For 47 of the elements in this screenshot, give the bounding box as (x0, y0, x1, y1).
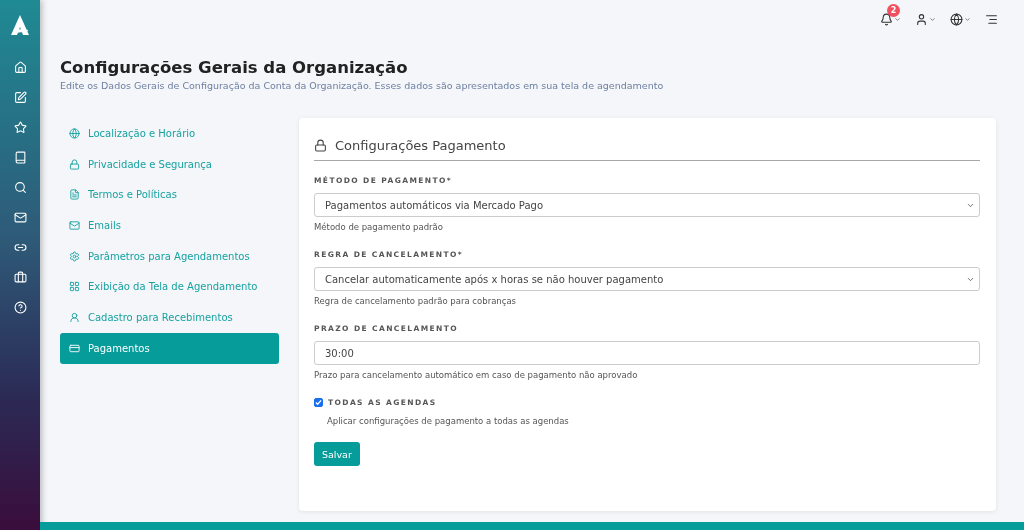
page-title: Configurações Gerais da Organização (60, 58, 409, 77)
book-icon[interactable] (13, 151, 27, 164)
help-icon[interactable] (13, 301, 27, 314)
help-text: Prazo para cancelamento automático em caso de pagamento não aprovado (314, 370, 639, 380)
search-icon[interactable] (13, 181, 27, 194)
page-subtitle: Edite os Dados Gerais de Configuração da Conta da Organização. Esses dados são apresentados em sua tela de agendamento (60, 80, 665, 91)
credit-card-icon (69, 342, 80, 354)
grid-icon (69, 281, 80, 293)
edit-icon[interactable] (13, 91, 27, 104)
briefcase-icon[interactable] (13, 271, 27, 284)
gear-icon (69, 250, 80, 262)
link-icon[interactable] (13, 241, 27, 254)
mail-icon (69, 219, 80, 231)
mail-icon[interactable] (13, 211, 27, 224)
lock-icon (314, 139, 327, 152)
caret-icon (929, 15, 936, 23)
help-text: Aplicar configurações de pagamento a todas as agendas (327, 416, 570, 426)
select-field[interactable]: Pagamentos automáticos via Mercado Pago (314, 193, 980, 217)
select-field[interactable]: Cancelar automaticamente após x horas se não houver pagamento (314, 267, 980, 291)
logo (10, 14, 30, 36)
user-icon[interactable] (915, 12, 928, 26)
card-title: Configurações Pagamento (335, 138, 506, 153)
lock-icon (69, 158, 80, 170)
settings-menu-item[interactable]: Emails (60, 210, 279, 241)
input-field[interactable]: 30:00 (314, 341, 980, 365)
user-icon (69, 311, 80, 323)
help-text: Regra de cancelamento padrão para cobranças (314, 296, 518, 306)
settings-menu-item[interactable]: Exibição da Tela de Agendamento (60, 271, 279, 303)
globe-icon (69, 127, 80, 139)
globe-icon[interactable] (950, 12, 963, 26)
notification-badge: 2 (887, 3, 900, 17)
settings-menu-item[interactable]: Cadastro para Recebimentos (60, 302, 279, 333)
menu-icon[interactable] (985, 12, 998, 26)
bell-icon[interactable] (880, 12, 893, 26)
help-text: Método de pagamento padrão (314, 222, 444, 232)
caret-icon (964, 15, 971, 23)
checkbox[interactable] (314, 398, 323, 407)
star-icon[interactable] (13, 121, 27, 134)
document-icon (69, 189, 80, 201)
settings-menu-item[interactable]: Termos e Políticas (60, 179, 279, 211)
save-button[interactable]: Salvar (314, 442, 360, 466)
settings-menu-item[interactable]: Localização e Horário (60, 118, 279, 149)
settings-menu-item[interactable]: Parâmetros para Agendamentos (60, 240, 279, 272)
settings-menu-item[interactable]: Pagamentos (60, 332, 279, 364)
home-icon[interactable] (13, 61, 27, 74)
settings-menu-item[interactable]: Privacidade e Segurança (60, 148, 279, 180)
caret-icon (894, 15, 901, 23)
